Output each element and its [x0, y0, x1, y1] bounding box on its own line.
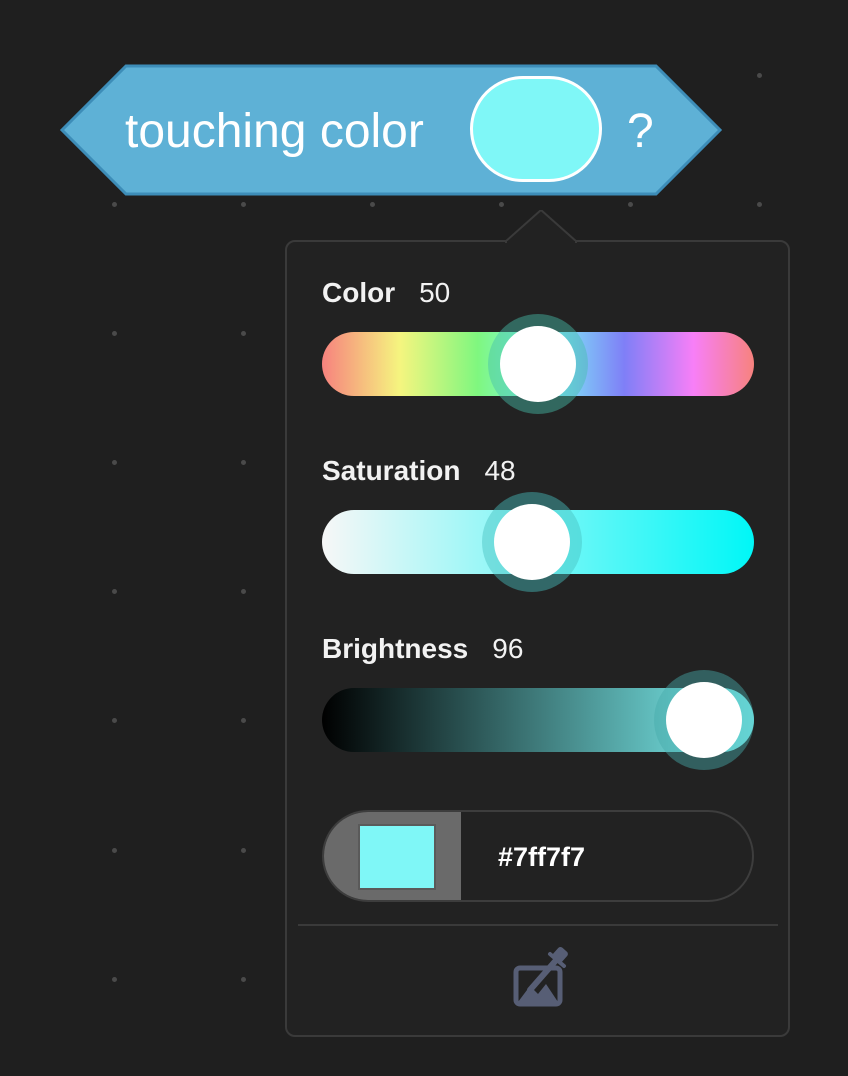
brightness-row-label: Brightness 96: [322, 632, 523, 666]
color-slider-handle-halo: [488, 314, 588, 414]
saturation-label: Saturation: [322, 455, 461, 486]
grid-dot: [241, 331, 246, 336]
grid-dot: [241, 589, 246, 594]
grid-dot: [241, 460, 246, 465]
brightness-slider-handle[interactable]: [666, 682, 742, 758]
saturation-value: 48: [484, 455, 516, 486]
hex-swatch-area: [324, 812, 461, 900]
brightness-slider-track[interactable]: [322, 670, 754, 770]
saturation-slider-handle[interactable]: [494, 504, 570, 580]
hex-value[interactable]: #7ff7f7: [498, 840, 585, 874]
grid-dot: [241, 848, 246, 853]
saturation-row-label: Saturation 48: [322, 454, 516, 488]
grid-dot: [241, 202, 246, 207]
grid-dot: [757, 73, 762, 78]
grid-dot: [757, 202, 762, 207]
saturation-slider-track[interactable]: [322, 492, 754, 592]
popup-arrow: [505, 210, 577, 244]
grid-dot: [112, 718, 117, 723]
block-label: touching color: [125, 105, 424, 158]
grid-dot: [112, 848, 117, 853]
color-value: 50: [419, 277, 451, 308]
grid-dot: [112, 977, 117, 982]
saturation-slider-handle-halo: [482, 492, 582, 592]
brightness-label: Brightness: [322, 633, 469, 664]
block-question-mark: ?: [627, 105, 654, 158]
grid-dot: [112, 589, 117, 594]
color-slider-handle[interactable]: [500, 326, 576, 402]
color-label: Color: [322, 277, 396, 308]
color-input-swatch[interactable]: [470, 76, 602, 182]
touching-color-block[interactable]: touching color ?: [60, 64, 722, 196]
grid-dot: [112, 202, 117, 207]
grid-dot: [241, 977, 246, 982]
eyedropper-icon[interactable]: [508, 942, 572, 1010]
color-slider-track[interactable]: [322, 314, 754, 414]
grid-dot: [241, 718, 246, 723]
grid-dot: [112, 331, 117, 336]
popup-divider: [298, 924, 778, 926]
grid-dot: [628, 202, 633, 207]
grid-dot: [499, 202, 504, 207]
brightness-value: 96: [492, 633, 524, 664]
color-row-label: Color 50: [322, 276, 450, 310]
hex-color-swatch: [358, 824, 436, 890]
hex-color-field[interactable]: #7ff7f7: [322, 810, 754, 902]
grid-dot: [370, 202, 375, 207]
grid-dot: [112, 460, 117, 465]
brightness-slider-handle-halo: [654, 670, 754, 770]
